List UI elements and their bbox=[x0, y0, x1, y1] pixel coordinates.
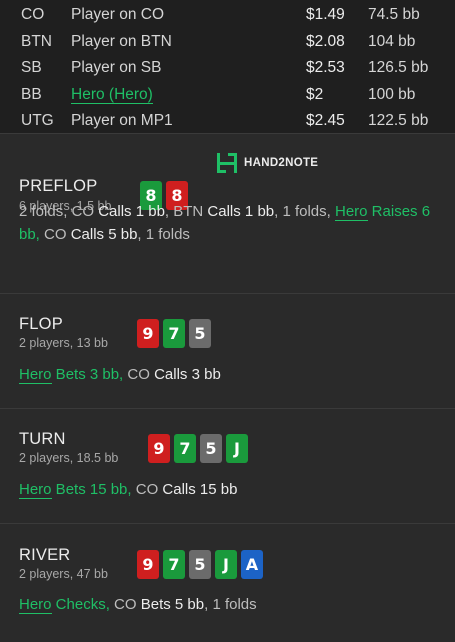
hero-action-text: Checks, bbox=[51, 596, 110, 613]
action-text: CO bbox=[131, 481, 163, 498]
player-stack: $2.08 bbox=[306, 32, 345, 50]
player-position: SB bbox=[21, 59, 42, 77]
player-stack: $2.53 bbox=[306, 59, 345, 77]
action-text: CO bbox=[39, 225, 71, 243]
street-title: PREFLOP bbox=[19, 177, 98, 195]
street-actions: Hero Bets 3 bb, CO Calls 3 bb bbox=[19, 364, 441, 387]
hero-action-text: Bets 15 bb, bbox=[51, 481, 132, 498]
street-river: RIVER 2 players, 47 bb 9 7 5 J A Hero Ch… bbox=[0, 523, 455, 642]
card: 5 bbox=[189, 550, 211, 579]
player-name: Player on SB bbox=[71, 59, 162, 77]
card: 9 bbox=[148, 434, 170, 463]
player-stack: $2 bbox=[306, 85, 324, 103]
player-row: UTG Player on MP1 $2.45 122.5 bb bbox=[0, 108, 455, 135]
hero-name-link[interactable]: Hero (Hero) bbox=[71, 85, 306, 104]
street-flop: FLOP 2 players, 13 bb 9 7 5 Hero Bets 3 … bbox=[0, 293, 455, 408]
card: A bbox=[241, 550, 263, 579]
card: 5 bbox=[200, 434, 222, 463]
card: 5 bbox=[189, 319, 211, 348]
players-table: CO Player on CO $1.49 74.5 bb BTN Player… bbox=[0, 0, 455, 133]
action-text: Calls 15 bb bbox=[162, 481, 238, 498]
hero-name-text[interactable]: Hero (Hero) bbox=[71, 85, 153, 104]
h2n-logo-icon bbox=[217, 153, 237, 173]
card: 7 bbox=[163, 319, 185, 348]
street-actions: Hero Checks, CO Bets 5 bb, 1 folds bbox=[19, 594, 441, 617]
action-text: Bets 5 bb bbox=[140, 596, 205, 613]
action-text: 2 folds, CO bbox=[19, 203, 99, 220]
player-stack-bb: 100 bb bbox=[368, 85, 416, 103]
action-text: , 1 folds bbox=[204, 596, 257, 613]
player-stack-bb: 104 bb bbox=[368, 32, 416, 50]
action-text: , BTN bbox=[164, 203, 208, 220]
card: J bbox=[215, 550, 237, 579]
card: 7 bbox=[174, 434, 196, 463]
street-title: TURN bbox=[19, 430, 66, 448]
hero-action-text: Bets 3 bb, bbox=[51, 366, 124, 383]
player-name: Player on MP1 bbox=[71, 112, 173, 130]
player-name: Player on BTN bbox=[71, 32, 172, 50]
logo-text: HAND2NOTE bbox=[244, 157, 319, 169]
action-text: Calls 3 bb bbox=[154, 366, 221, 383]
action-text: CO bbox=[123, 366, 155, 383]
player-stack-bb: 74.5 bb bbox=[368, 6, 420, 24]
player-position: UTG bbox=[21, 112, 54, 130]
action-text: CO bbox=[109, 596, 141, 613]
player-stack: $1.49 bbox=[306, 6, 345, 24]
player-row: SB Player on SB $2.53 126.5 bb bbox=[0, 55, 455, 82]
player-stack: $2.45 bbox=[306, 112, 345, 130]
card: 9 bbox=[137, 319, 159, 348]
action-text: , 1 folds, bbox=[274, 203, 335, 220]
hero-link[interactable]: Hero bbox=[19, 366, 52, 384]
street-actions: 2 folds, CO Calls 1 bb, BTN Calls 1 bb, … bbox=[19, 201, 441, 246]
player-stack-bb: 122.5 bb bbox=[368, 112, 429, 130]
card: J bbox=[226, 434, 248, 463]
street-preflop: PREFLOP 6 players, 1.5 bb 8 8 HAND2NOTE … bbox=[0, 133, 455, 293]
action-text: , 1 folds bbox=[137, 225, 190, 243]
street-pot: 2 players, 18.5 bb bbox=[19, 451, 119, 465]
action-text: Calls 5 bb bbox=[70, 225, 138, 243]
board-cards: 9 7 5 bbox=[137, 319, 211, 348]
action-text: Calls 1 bb bbox=[207, 203, 275, 220]
street-turn: TURN 2 players, 18.5 bb 9 7 5 J Hero Bet… bbox=[0, 408, 455, 523]
player-row: BTN Player on BTN $2.08 104 bb bbox=[0, 29, 455, 56]
player-row-hero: BB Hero (Hero) $2 100 bb bbox=[0, 82, 455, 109]
player-stack-bb: 126.5 bb bbox=[368, 59, 429, 77]
street-title: RIVER bbox=[19, 546, 71, 564]
street-actions: Hero Bets 15 bb, CO Calls 15 bb bbox=[19, 479, 441, 502]
street-pot: 2 players, 47 bb bbox=[19, 567, 108, 581]
board-cards: 9 7 5 J A bbox=[137, 550, 263, 579]
hand2note-logo: HAND2NOTE bbox=[216, 153, 318, 173]
player-name: Player on CO bbox=[71, 6, 165, 24]
player-position: BB bbox=[21, 85, 42, 103]
player-row: CO Player on CO $1.49 74.5 bb bbox=[0, 2, 455, 29]
player-position: BTN bbox=[21, 32, 52, 50]
board-cards: 9 7 5 J bbox=[148, 434, 248, 463]
player-position: CO bbox=[21, 6, 45, 24]
card: 7 bbox=[163, 550, 185, 579]
street-title: FLOP bbox=[19, 315, 63, 333]
hero-link[interactable]: Hero bbox=[19, 481, 52, 499]
action-text: Calls 1 bb bbox=[98, 203, 165, 220]
hero-link[interactable]: Hero bbox=[335, 203, 368, 221]
hero-link[interactable]: Hero bbox=[19, 596, 52, 614]
street-pot: 2 players, 13 bb bbox=[19, 336, 108, 350]
card: 9 bbox=[137, 550, 159, 579]
